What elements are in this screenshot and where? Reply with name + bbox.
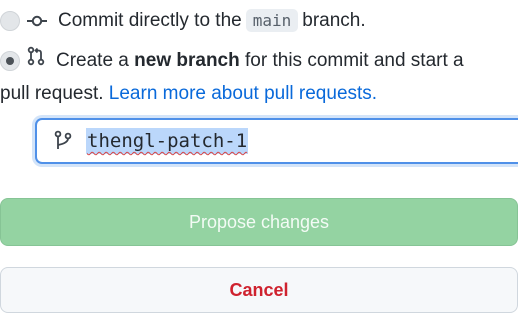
git-commit-icon (26, 11, 48, 36)
commit-direct-option[interactable]: Commit directly to the main branch. (0, 6, 366, 36)
main-branch-badge: main (245, 9, 299, 32)
create-branch-radio[interactable] (0, 51, 20, 71)
create-branch-option[interactable]: Create a new branch for this commit and … (0, 46, 518, 76)
git-pull-request-icon (26, 46, 46, 76)
learn-more-link[interactable]: Learn more about pull requests. (109, 83, 377, 104)
create-branch-text-before: Create a (56, 50, 129, 71)
commit-direct-label: Commit directly to the main branch. (58, 6, 366, 36)
pull-request-text: pull request. (0, 83, 104, 104)
create-branch-text-after: for this commit and start a (245, 50, 464, 71)
cancel-button[interactable]: Cancel (0, 267, 518, 313)
git-branch-icon (54, 130, 72, 152)
commit-direct-text-before: Commit directly to the (58, 10, 242, 31)
propose-changes-button[interactable]: Propose changes (0, 198, 518, 246)
branch-name-value: thengl-patch-1 (86, 128, 249, 154)
new-branch-emphasis: new branch (134, 50, 240, 71)
commit-direct-radio[interactable] (0, 11, 20, 31)
branch-name-input[interactable]: thengl-patch-1 (35, 118, 518, 164)
create-branch-line1: Create a new branch for this commit and … (56, 46, 464, 76)
commit-direct-text-after: branch. (302, 10, 366, 31)
create-branch-line2: pull request. Learn more about pull requ… (0, 79, 377, 109)
